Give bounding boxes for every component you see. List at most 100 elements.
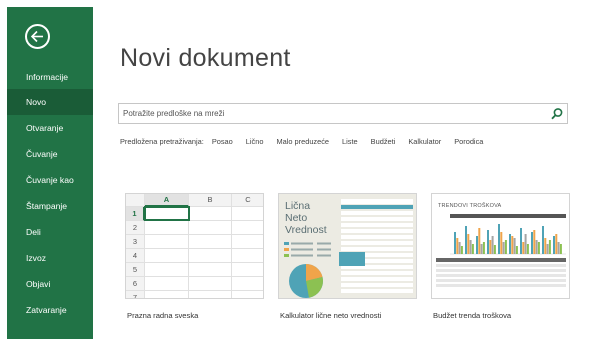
suggested-link-porodica[interactable]: Porodica	[454, 137, 483, 146]
thumbnail-bar	[542, 226, 544, 254]
template-net-worth-calculator[interactable]: Lična Neto Vrednost	[278, 193, 417, 299]
suggested-link-licno[interactable]: Lično	[246, 137, 264, 146]
grid-cell	[232, 277, 263, 291]
template-caption: Kalkulator lične neto vrednosti	[280, 311, 382, 320]
search-input[interactable]	[123, 106, 543, 121]
thumbnail-bar	[524, 234, 527, 254]
row-header: 1	[126, 207, 145, 221]
grid-cell	[145, 277, 189, 291]
suggested-link-kalkulator[interactable]: Kalkulator	[408, 137, 441, 146]
nav-item-deli[interactable]: Deli	[7, 219, 93, 245]
suggested-link-malo-preduzece[interactable]: Malo preduzeće	[276, 137, 329, 146]
thumbnail-bar	[548, 240, 551, 254]
grid-cell	[232, 221, 263, 235]
row-header: 5	[126, 263, 145, 277]
thumbnail-bar	[480, 244, 483, 254]
row-header: 7	[126, 291, 145, 298]
search-icon[interactable]	[550, 107, 564, 121]
grid-cell	[189, 277, 232, 291]
nav-item-cuvanje[interactable]: Čuvanje	[7, 141, 93, 167]
thumbnail-bar	[522, 242, 525, 254]
thumbnail-bar	[478, 228, 481, 254]
grid-cell	[232, 263, 263, 277]
suggested-searches: Predložena pretraživanja: Posao Lično Malo …	[120, 137, 496, 146]
thumbnail-bar	[546, 244, 549, 254]
template-blank-workbook[interactable]: A B C 1234567	[125, 193, 264, 299]
suggested-link-budzeti[interactable]: Budžeti	[371, 137, 396, 146]
thumbnail-bar	[456, 238, 459, 254]
thumbnail-bar	[489, 240, 492, 254]
thumbnail-bar	[511, 236, 514, 254]
nav-item-objavi[interactable]: Objavi	[7, 271, 93, 297]
row-header: 6	[126, 277, 145, 291]
grid-cell	[145, 221, 189, 235]
thumbnail-bar	[482, 242, 485, 254]
nav-item-stampanje[interactable]: Štampanje	[7, 193, 93, 219]
grid-cell	[189, 263, 232, 277]
main-panel: Novi dokument Predložena pretraživanja:P…	[93, 7, 594, 339]
nav-item-novo[interactable]: Novo	[7, 89, 93, 115]
thumbnail-bar	[493, 245, 496, 254]
thumbnail-bar	[465, 226, 467, 254]
grid-cell	[189, 235, 232, 249]
grid-cell	[189, 249, 232, 263]
nav-item-informacije[interactable]: Informacije	[7, 64, 93, 90]
thumbnail-bar	[559, 244, 562, 254]
template-expense-trend-budget[interactable]: TRENDOVI TROŠKOVA	[431, 193, 570, 299]
column-header: B	[189, 194, 232, 207]
thumbnail-bar	[515, 246, 518, 254]
thumbnail-bar	[526, 244, 529, 254]
thumbnail-bar	[467, 234, 470, 254]
thumbnail-bar	[454, 232, 456, 254]
thumbnail-bar	[557, 242, 560, 254]
thumbnail-bar	[469, 240, 472, 254]
nav-item-otvaranje[interactable]: Otvaranje	[7, 115, 93, 141]
thumbnail-bar	[509, 234, 511, 254]
thumbnail-bar	[513, 238, 516, 254]
nav-item-cuvanje-kao[interactable]: Čuvanje kao	[7, 167, 93, 193]
backstage-sidebar: Informacije Novo Otvaranje Čuvanje Čuvan…	[7, 7, 93, 339]
thumbnail-bar	[491, 236, 494, 254]
grid-cell	[145, 263, 189, 277]
thumbnail-bar	[476, 236, 478, 254]
grid-cell	[189, 291, 232, 298]
template-caption: Prazna radna sveska	[127, 311, 199, 320]
thumbnail-bar	[502, 242, 505, 254]
grid-cell	[232, 249, 263, 263]
thumbnail-bar	[504, 240, 507, 254]
back-arrow-icon[interactable]	[25, 24, 50, 49]
active-cell	[144, 206, 190, 221]
search-box	[118, 103, 568, 124]
grid-cell	[232, 235, 263, 249]
thumbnail-bar	[544, 238, 547, 254]
thumbnail-bar	[531, 232, 533, 254]
grid-cell	[189, 207, 232, 221]
nav-item-izvoz[interactable]: Izvoz	[7, 245, 93, 271]
thumbnail-bar	[537, 242, 540, 254]
grid-cell	[232, 291, 263, 298]
row-header: 4	[126, 249, 145, 263]
thumbnail-bar	[498, 224, 500, 254]
thumbnail-bar	[458, 242, 461, 254]
suggested-link-posao[interactable]: Posao	[212, 137, 233, 146]
thumbnail-bar	[553, 236, 555, 254]
thumbnail-bar	[471, 244, 474, 254]
grid-cell	[145, 249, 189, 263]
thumbnail-bar	[535, 240, 538, 254]
expense-trend-thumbnail	[436, 214, 566, 287]
grid-cell	[145, 291, 189, 298]
thumbnail-bar	[500, 232, 503, 254]
page-title: Novi dokument	[120, 44, 291, 72]
thumbnail-bar	[533, 230, 536, 254]
nav-item-zatvaranje[interactable]: Zatvaranje	[7, 297, 93, 323]
grid-cell	[232, 207, 263, 221]
grid-cell	[189, 221, 232, 235]
row-header: 3	[126, 235, 145, 249]
grid-cell	[145, 235, 189, 249]
thumbnail-bar	[555, 234, 558, 254]
suggested-link-liste[interactable]: Liste	[342, 137, 358, 146]
thumbnail-bar	[487, 230, 489, 254]
template-caption: Budžet trenda troškova	[433, 311, 512, 320]
thumbnail-bar	[460, 246, 463, 254]
net-worth-thumbnail	[284, 199, 413, 298]
